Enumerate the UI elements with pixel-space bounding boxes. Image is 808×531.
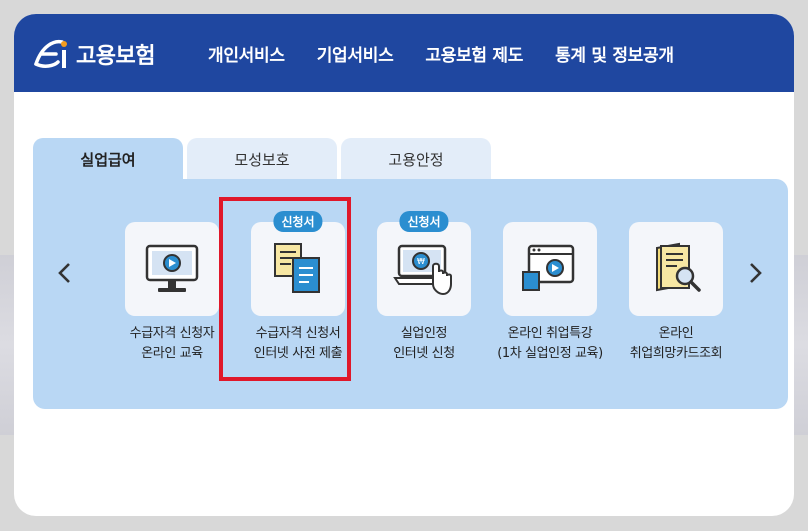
card-search-icon	[656, 242, 701, 292]
service-panel: 수급자격 신청자 온라인 교육 신청서 수급자격 신청서 인터넷 사전 제출 신…	[33, 179, 788, 409]
service-tile[interactable]: 신청서	[251, 211, 345, 316]
chevron-left-icon	[58, 263, 70, 283]
documents-icon	[274, 243, 320, 293]
laptop-click-icon: ₩	[393, 244, 452, 296]
service-tile[interactable]	[629, 222, 723, 316]
tab-employment-stability[interactable]: 고용안정	[341, 138, 491, 180]
service-label: 온라인 취업특강 (1차 실업인정 교육)	[485, 324, 615, 364]
chevron-right-icon	[750, 263, 762, 283]
service-label-line1: 온라인 취업특강	[507, 326, 593, 341]
prev-arrow-button[interactable]	[53, 261, 77, 285]
service-tile[interactable]: 신청서 ₩	[377, 211, 471, 316]
main-nav: 개인서비스 기업서비스 고용보험 제도 통계 및 정보공개	[208, 14, 706, 92]
nav-business-services[interactable]: 기업서비스	[317, 41, 394, 66]
tab-maternity-protection[interactable]: 모성보호	[187, 138, 337, 180]
logo-icon	[34, 39, 67, 68]
service-item-online-lecture[interactable]: 온라인 취업특강 (1차 실업인정 교육)	[485, 222, 615, 364]
svg-text:₩: ₩	[417, 257, 425, 266]
service-label-line2: 온라인 교육	[141, 346, 203, 361]
application-badge: 신청서	[399, 211, 449, 232]
service-label-line1: 온라인	[658, 326, 694, 341]
service-label: 수급자격 신청서 인터넷 사전 제출	[233, 324, 363, 364]
application-badge: 신청서	[273, 211, 323, 232]
service-label-line2: 인터넷 사전 제출	[253, 346, 343, 361]
service-label: 온라인 취업희망카드조회	[611, 324, 741, 364]
page-card: 고용보험 개인서비스 기업서비스 고용보험 제도 통계 및 정보공개 실업급여 …	[14, 14, 794, 516]
tab-bar: 실업급여 모성보호 고용안정	[33, 138, 495, 180]
nav-insurance-system[interactable]: 고용보험 제도	[425, 41, 523, 66]
service-label-line2: 취업희망카드조회	[629, 346, 723, 361]
service-item-online-education[interactable]: 수급자격 신청자 온라인 교육	[107, 222, 237, 364]
logo[interactable]: 고용보험	[32, 36, 155, 72]
service-label: 실업인정 인터넷 신청	[359, 324, 489, 364]
monitor-play-icon	[145, 244, 199, 292]
video-window-icon	[522, 244, 575, 291]
service-label-line1: 실업인정	[400, 326, 448, 341]
service-label-line2: (1차 실업인정 교육)	[497, 346, 603, 361]
logo-text: 고용보험	[76, 44, 155, 69]
service-label: 수급자격 신청자 온라인 교육	[107, 324, 237, 364]
tab-unemployment-benefits[interactable]: 실업급여	[33, 138, 183, 180]
service-tile[interactable]	[503, 222, 597, 316]
nav-personal-services[interactable]: 개인서비스	[208, 41, 285, 66]
service-tile[interactable]	[125, 222, 219, 316]
service-label-line2: 인터넷 신청	[393, 346, 455, 361]
service-label-line1: 수급자격 신청자	[129, 326, 215, 341]
service-item-unemployment-recognition[interactable]: 신청서 ₩ 실업인정 인터넷 신청	[359, 211, 489, 364]
next-arrow-button[interactable]	[743, 261, 767, 285]
service-item-job-card-inquiry[interactable]: 온라인 취업희망카드조회	[611, 222, 741, 364]
service-item-application-submit[interactable]: 신청서 수급자격 신청서 인터넷 사전 제출	[233, 211, 363, 364]
service-label-line1: 수급자격 신청서	[255, 326, 341, 341]
nav-statistics[interactable]: 통계 및 정보공개	[555, 41, 674, 66]
header: 고용보험 개인서비스 기업서비스 고용보험 제도 통계 및 정보공개	[14, 14, 794, 92]
